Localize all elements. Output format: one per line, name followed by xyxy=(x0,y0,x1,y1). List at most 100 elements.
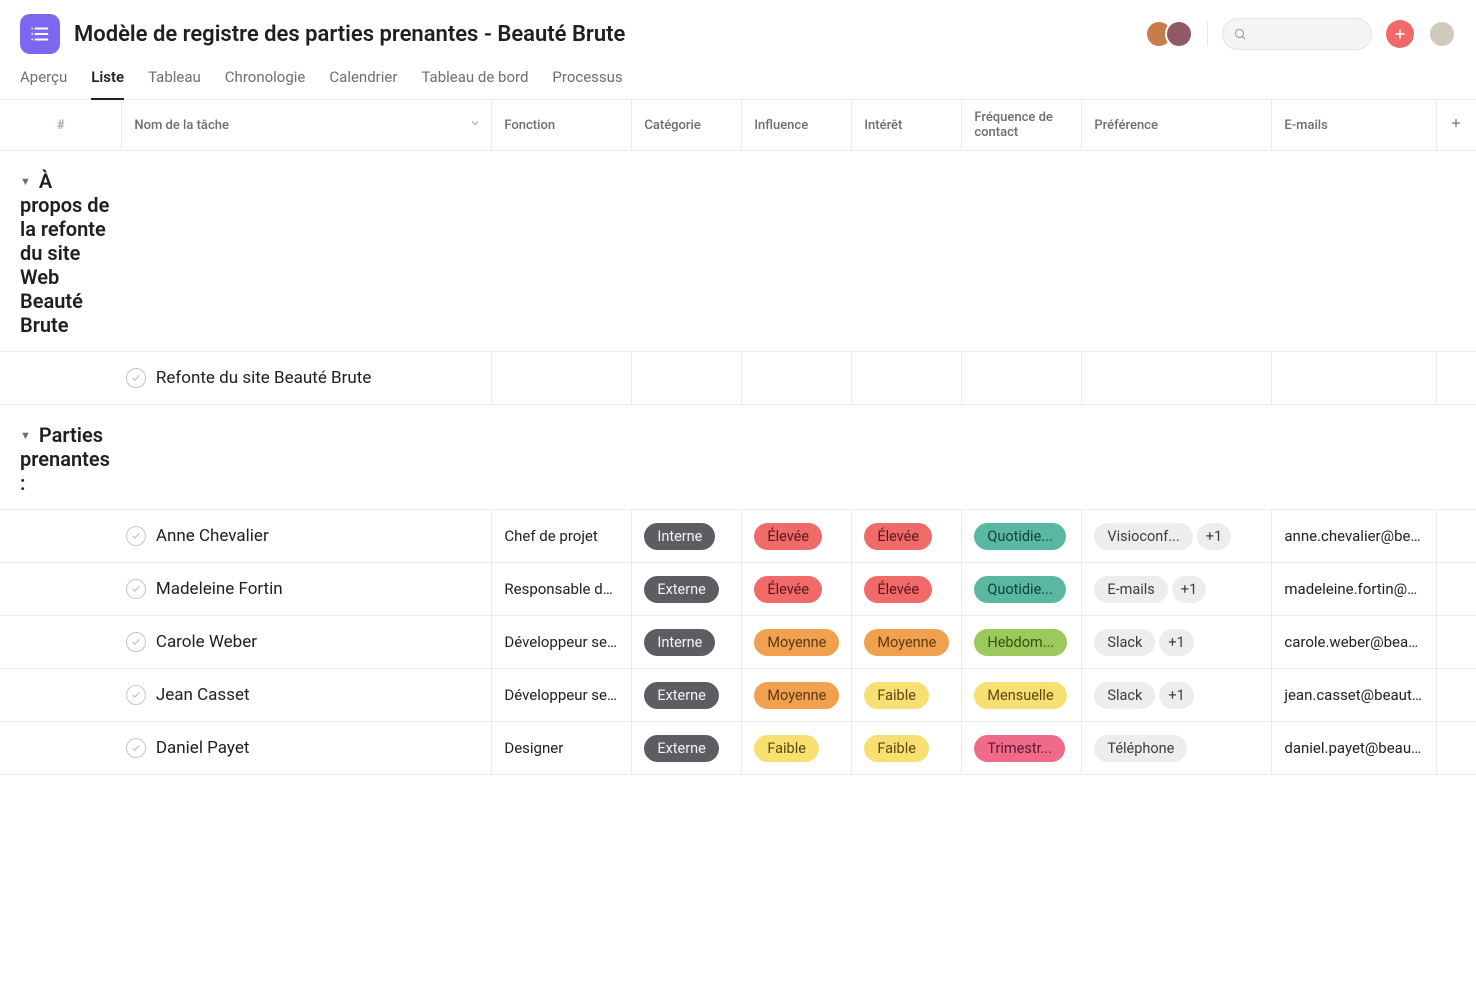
function-cell[interactable]: Designer xyxy=(492,722,632,775)
complete-toggle[interactable] xyxy=(126,579,146,599)
tag-pill[interactable]: Mensuelle xyxy=(974,682,1066,709)
task-name-cell[interactable]: Jean Casset xyxy=(122,669,492,722)
complete-toggle[interactable] xyxy=(126,368,146,388)
col-task-name[interactable]: Nom de la tâche xyxy=(122,100,492,151)
interest-cell[interactable] xyxy=(852,352,962,405)
table-row[interactable]: Carole Weber Développeur sen... Interne … xyxy=(0,616,1476,669)
tag-pill[interactable]: Externe xyxy=(644,576,718,603)
tag-pill[interactable]: Moyenne xyxy=(864,629,949,656)
col-category[interactable]: Catégorie xyxy=(632,100,742,151)
collapse-icon[interactable]: ▼ xyxy=(20,429,31,442)
tab-overview[interactable]: Aperçu xyxy=(20,68,67,100)
function-cell[interactable]: Développeur sen... xyxy=(492,616,632,669)
tag-pill[interactable]: +1 xyxy=(1159,682,1193,709)
email-cell[interactable]: jean.casset@beaut... xyxy=(1272,669,1436,722)
interest-cell[interactable]: Élevée xyxy=(852,563,962,616)
table-row[interactable]: Jean Casset Développeur sen... Externe M… xyxy=(0,669,1476,722)
influence-cell[interactable]: Moyenne xyxy=(742,669,852,722)
frequency-cell[interactable]: Quotidie... xyxy=(962,563,1082,616)
complete-toggle[interactable] xyxy=(126,632,146,652)
tag-pill[interactable]: Trimestr... xyxy=(974,735,1065,762)
tag-pill[interactable]: Interne xyxy=(644,629,715,656)
preference-cell[interactable]: Slack+1 xyxy=(1082,616,1272,669)
tag-pill[interactable]: Élevée xyxy=(864,523,932,550)
tag-pill[interactable]: Hebdom... xyxy=(974,629,1067,656)
tag-pill[interactable]: E-mails xyxy=(1094,576,1167,603)
email-cell[interactable]: anne.chevalier@bea... xyxy=(1272,510,1436,563)
tag-pill[interactable]: Visioconf... xyxy=(1094,523,1192,550)
tag-pill[interactable]: Externe xyxy=(644,735,718,762)
preference-cell[interactable]: Téléphone xyxy=(1082,722,1272,775)
avatar[interactable] xyxy=(1165,20,1193,48)
tag-pill[interactable]: Moyenne xyxy=(754,682,839,709)
col-interest[interactable]: Intérêt xyxy=(852,100,962,151)
interest-cell[interactable]: Élevée xyxy=(852,510,962,563)
complete-toggle[interactable] xyxy=(126,685,146,705)
interest-cell[interactable]: Moyenne xyxy=(852,616,962,669)
tag-pill[interactable]: Moyenne xyxy=(754,629,839,656)
col-preference[interactable]: Préférence xyxy=(1082,100,1272,151)
tag-pill[interactable]: Élevée xyxy=(754,523,822,550)
section-title[interactable]: ▼Parties prenantes : xyxy=(0,405,122,510)
table-row[interactable]: Refonte du site Beauté Brute xyxy=(0,352,1476,405)
tab-timeline[interactable]: Chronologie xyxy=(225,68,306,100)
tag-pill[interactable]: Externe xyxy=(644,682,718,709)
frequency-cell[interactable] xyxy=(962,352,1082,405)
tag-pill[interactable]: Faible xyxy=(864,735,929,762)
category-cell[interactable] xyxy=(632,352,742,405)
frequency-cell[interactable]: Mensuelle xyxy=(962,669,1082,722)
collapse-icon[interactable]: ▼ xyxy=(20,175,31,188)
task-name-cell[interactable]: Daniel Payet xyxy=(122,722,492,775)
complete-toggle[interactable] xyxy=(126,738,146,758)
frequency-cell[interactable]: Trimestr... xyxy=(962,722,1082,775)
user-avatar[interactable] xyxy=(1428,20,1456,48)
category-cell[interactable]: Interne xyxy=(632,616,742,669)
tag-pill[interactable]: Slack xyxy=(1094,629,1155,656)
tag-pill[interactable]: Élevée xyxy=(864,576,932,603)
email-cell[interactable] xyxy=(1272,352,1436,405)
influence-cell[interactable] xyxy=(742,352,852,405)
email-cell[interactable]: madeleine.fortin@b... xyxy=(1272,563,1436,616)
email-cell[interactable]: carole.weber@beau... xyxy=(1272,616,1436,669)
tag-pill[interactable]: Slack xyxy=(1094,682,1155,709)
tag-pill[interactable]: Quotidie... xyxy=(974,576,1065,603)
tag-pill[interactable]: +1 xyxy=(1172,576,1206,603)
tag-pill[interactable]: Élevée xyxy=(754,576,822,603)
frequency-cell[interactable]: Quotidie... xyxy=(962,510,1082,563)
tag-pill[interactable]: +1 xyxy=(1197,523,1231,550)
interest-cell[interactable]: Faible xyxy=(852,722,962,775)
col-frequency[interactable]: Fréquence de contact xyxy=(962,100,1082,151)
tab-calendar[interactable]: Calendrier xyxy=(329,68,397,100)
function-cell[interactable]: Responsable du... xyxy=(492,563,632,616)
member-avatars[interactable] xyxy=(1145,20,1193,48)
tag-pill[interactable]: +1 xyxy=(1159,629,1193,656)
task-name-cell[interactable]: Refonte du site Beauté Brute xyxy=(122,352,492,405)
tab-process[interactable]: Processus xyxy=(552,68,622,100)
preference-cell[interactable]: E-mails+1 xyxy=(1082,563,1272,616)
task-name-cell[interactable]: Madeleine Fortin xyxy=(122,563,492,616)
category-cell[interactable]: Externe xyxy=(632,563,742,616)
preference-cell[interactable] xyxy=(1082,352,1272,405)
tab-list[interactable]: Liste xyxy=(91,68,124,100)
tab-dashboard[interactable]: Tableau de bord xyxy=(421,68,528,100)
email-cell[interactable]: daniel.payet@beaut... xyxy=(1272,722,1436,775)
preference-cell[interactable]: Slack+1 xyxy=(1082,669,1272,722)
influence-cell[interactable]: Élevée xyxy=(742,510,852,563)
influence-cell[interactable]: Faible xyxy=(742,722,852,775)
influence-cell[interactable]: Moyenne xyxy=(742,616,852,669)
search-input[interactable] xyxy=(1222,18,1372,50)
tag-pill[interactable]: Téléphone xyxy=(1094,735,1187,762)
category-cell[interactable]: Externe xyxy=(632,722,742,775)
interest-cell[interactable]: Faible xyxy=(852,669,962,722)
tab-board[interactable]: Tableau xyxy=(148,68,201,100)
chevron-down-icon[interactable] xyxy=(469,117,481,133)
tag-pill[interactable]: Faible xyxy=(754,735,819,762)
table-scroll[interactable]: # Nom de la tâche Fonction Catégorie Inf… xyxy=(0,100,1476,775)
complete-toggle[interactable] xyxy=(126,526,146,546)
col-influence[interactable]: Influence xyxy=(742,100,852,151)
tag-pill[interactable]: Faible xyxy=(864,682,929,709)
add-column-button[interactable] xyxy=(1436,100,1476,151)
category-cell[interactable]: Interne xyxy=(632,510,742,563)
col-function[interactable]: Fonction xyxy=(492,100,632,151)
col-email[interactable]: E-mails xyxy=(1272,100,1436,151)
